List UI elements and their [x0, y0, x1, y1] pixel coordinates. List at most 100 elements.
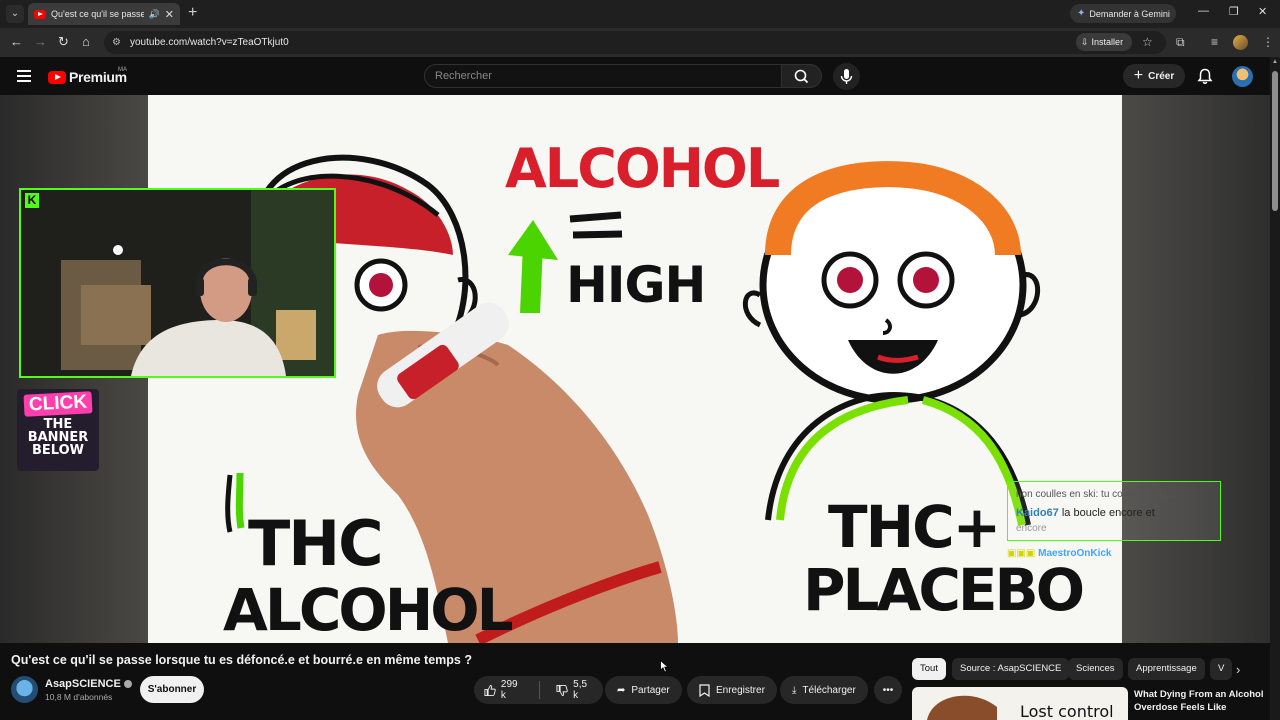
install-icon: ⇩	[1081, 36, 1089, 47]
media-controls-icon[interactable]: ≡	[1211, 35, 1218, 49]
close-window-icon[interactable]: ✕	[1258, 5, 1267, 18]
word-high: HIGH	[566, 256, 705, 314]
mouse-cursor-icon	[660, 660, 669, 673]
channel-name[interactable]: AsapSCIENCE	[45, 678, 132, 690]
region-code: MA	[118, 67, 127, 73]
new-tab-icon[interactable]: +	[188, 4, 197, 22]
account-avatar[interactable]	[1232, 66, 1253, 87]
chat-message-text: la boucle encore et	[1061, 507, 1155, 519]
restore-icon[interactable]: ❐	[1229, 5, 1239, 18]
browser-tab[interactable]: Qu'est ce qu'il se passe lorsqu 🔊 ✕	[28, 3, 180, 25]
subscribe-button[interactable]: S'abonner	[140, 676, 204, 703]
more-actions-button[interactable]: •••	[874, 676, 902, 704]
microphone-icon	[840, 69, 853, 84]
chip-source[interactable]: Source : AsapSCIENCE	[952, 658, 1070, 680]
chat-message-2: Kaido67 la boucle encore et	[1016, 507, 1155, 519]
thumb-caption: Lost control	[1020, 702, 1114, 720]
share-icon: ➦	[617, 684, 626, 696]
label-thc-left: THC	[248, 507, 382, 580]
notifications-bell-icon[interactable]	[1197, 68, 1213, 85]
video-title: Qu'est ce qu'il se passe lorsque tu es d…	[11, 653, 472, 667]
label-thc-plus-right: THC+	[828, 493, 999, 561]
search-input[interactable]: Rechercher	[424, 64, 782, 88]
share-button[interactable]: ➦ Partager	[605, 676, 682, 704]
install-app-button[interactable]: ⇩ Installer	[1076, 33, 1132, 51]
scroll-up-arrow-icon[interactable]: ▲	[1270, 59, 1280, 65]
browser-address-bar: ← → ↻ ⌂ ⚙ youtube.com/watch?v=zTeaOTkjut…	[0, 28, 1280, 57]
channel-name-text: AsapSCIENCE	[45, 678, 121, 690]
chat-username: Kaido67	[1016, 507, 1059, 519]
chat-badge-icons: ▣▣▣	[1007, 548, 1039, 559]
browser-profile-avatar[interactable]	[1233, 35, 1248, 50]
more-horizontal-icon: •••	[882, 684, 894, 696]
recommended-video-thumbnail[interactable]: Lost control	[912, 687, 1128, 720]
youtube-premium-logo[interactable]: Premium MA	[48, 67, 127, 85]
chat-message-1: non coulles en ski: tu connais c'es...	[1016, 489, 1176, 500]
site-info-icon[interactable]: ⚙	[112, 37, 121, 48]
youtube-header: Premium MA Rechercher + Créer	[0, 57, 1280, 95]
word-alcohol: ALCOHOL	[505, 137, 779, 200]
click-the-banner-graphic: CLICK THE BANNER BELOW	[17, 389, 99, 471]
like-button[interactable]: 299 k	[474, 676, 533, 704]
extensions-icon[interactable]: ⧉	[1176, 35, 1185, 50]
gemini-icon: ✦	[1077, 8, 1086, 19]
save-button[interactable]: Enregistrer	[687, 676, 777, 704]
speaker-icon[interactable]: 🔊	[149, 9, 160, 20]
equals-sign-drawing	[569, 211, 623, 239]
tab-search-icon[interactable]: ⌄	[6, 5, 24, 23]
green-up-arrow-drawing	[508, 220, 558, 313]
forward-icon[interactable]: →	[34, 34, 47, 49]
recommended-thumb-art: Lost control	[927, 695, 1114, 720]
ambient-right	[1122, 95, 1270, 643]
chip-sciences[interactable]: Sciences	[1068, 658, 1123, 680]
chip-all[interactable]: Tout	[912, 658, 946, 680]
home-icon[interactable]: ⌂	[82, 34, 90, 49]
banner-click-word: CLICK	[23, 391, 93, 417]
webcam-feed	[21, 190, 334, 376]
stream-chat-overlay: non coulles en ski: tu connais c'es... K…	[1007, 481, 1221, 541]
thumbs-down-icon	[556, 684, 569, 696]
label-placebo-right: PLACEBO	[803, 556, 1083, 624]
install-label: Installer	[1091, 37, 1124, 47]
search-button[interactable]	[782, 64, 822, 88]
download-icon: ⤓	[792, 684, 797, 696]
youtube-play-icon	[48, 70, 66, 84]
chip-more[interactable]: V	[1210, 658, 1233, 680]
url-field[interactable]: ⚙ youtube.com/watch?v=zTeaOTkjut0	[104, 31, 1166, 54]
youtube-favicon-icon	[34, 9, 46, 19]
banner-line-3: BELOW	[32, 443, 84, 458]
chat-username-2: MaestroOnKick	[1038, 548, 1112, 559]
ask-gemini-button[interactable]: ✦ Demander à Gemini	[1070, 4, 1176, 23]
plus-icon: +	[1133, 67, 1144, 84]
browser-tab-bar: ⌄ Qu'est ce qu'il se passe lorsqu 🔊 ✕ + …	[0, 0, 1280, 28]
page-scrollbar[interactable]: ▲	[1270, 57, 1280, 720]
recommended-video-title[interactable]: What Dying From an Alcohol Overdose Feel…	[1134, 688, 1264, 714]
channel-avatar[interactable]	[11, 676, 38, 703]
verified-badge-icon	[123, 680, 132, 689]
subscriber-count: 10,8 M d'abonnés	[45, 692, 113, 702]
reload-icon[interactable]: ↻	[58, 34, 69, 50]
download-label: Télécharger	[802, 684, 856, 696]
bookmark-star-icon[interactable]: ☆	[1142, 35, 1153, 49]
dislike-button[interactable]: 5,5 k	[546, 676, 603, 704]
create-button[interactable]: + Créer	[1123, 64, 1185, 88]
share-label: Partager	[631, 684, 670, 696]
close-tab-icon[interactable]: ✕	[165, 8, 174, 21]
voice-search-button[interactable]	[833, 63, 860, 90]
kick-logo-icon: K	[25, 193, 39, 208]
like-count: 299 k	[500, 679, 518, 701]
chat-message-3: encore	[1016, 523, 1047, 534]
scrollbar-thumb[interactable]	[1272, 71, 1278, 211]
download-button[interactable]: ⤓ Télécharger	[780, 676, 868, 704]
streamer-webcam-overlay: K	[19, 188, 336, 378]
minimize-icon[interactable]: —	[1198, 5, 1209, 17]
right-character-drawing	[742, 161, 1041, 526]
back-icon[interactable]: ←	[10, 34, 23, 49]
menu-icon[interactable]	[17, 70, 31, 85]
related-filter-chips: Tout Source : AsapSCIENCE Sciences Appre…	[912, 658, 1270, 680]
chips-next-arrow-icon[interactable]: ›	[1236, 662, 1240, 677]
bookmark-icon	[699, 683, 710, 697]
url-text: youtube.com/watch?v=zTeaOTkjut0	[129, 37, 289, 48]
chip-learning[interactable]: Apprentissage	[1128, 658, 1205, 680]
more-menu-icon[interactable]: ⋮	[1262, 35, 1274, 49]
